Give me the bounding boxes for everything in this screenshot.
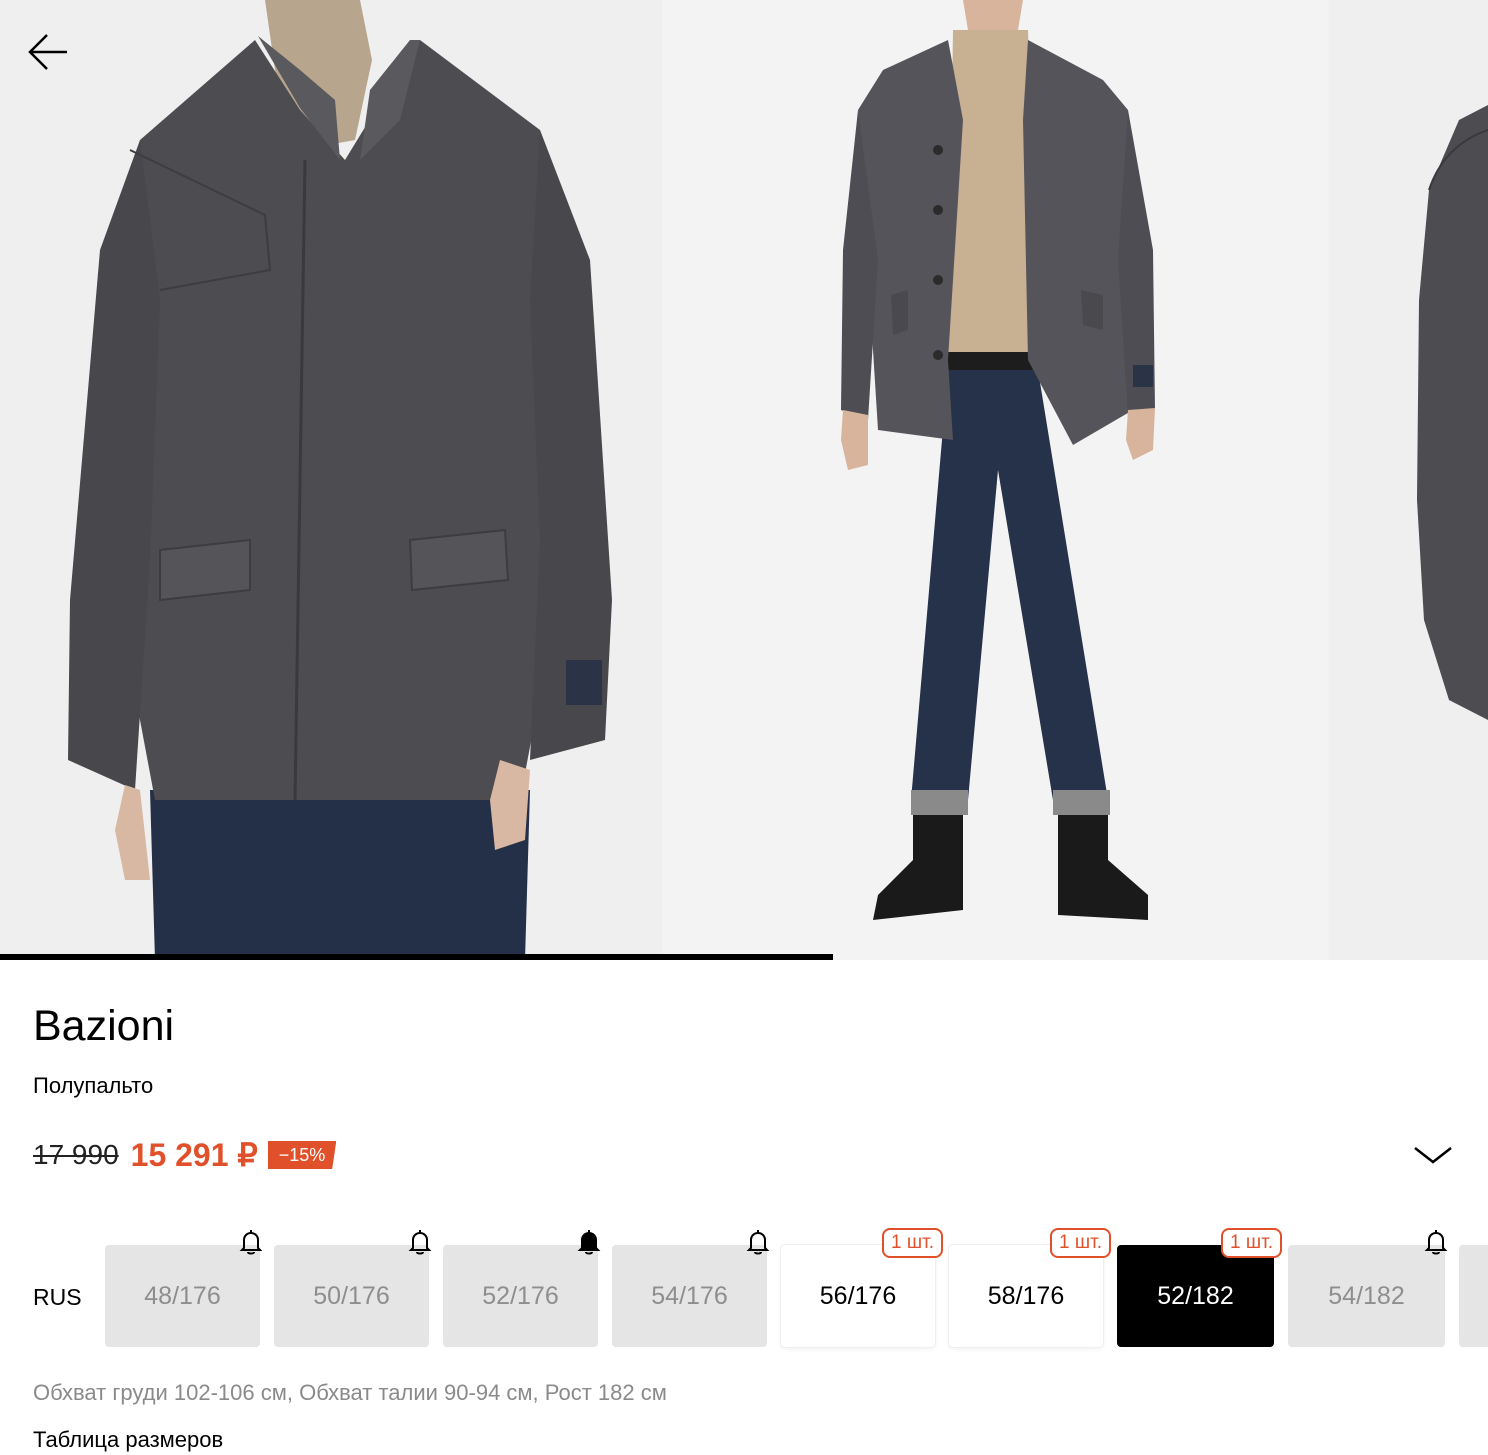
size-label: 50/176 [313, 1281, 390, 1310]
stock-badge: 1 шт. [882, 1228, 943, 1258]
chevron-down-icon [1414, 1147, 1452, 1164]
bell-filled-icon[interactable] [574, 1227, 604, 1257]
product-gallery[interactable] [0, 0, 1488, 960]
size-option[interactable]: 58/176 1 шт. [949, 1228, 1111, 1347]
expand-details-button[interactable] [1410, 1140, 1456, 1172]
size-option[interactable]: 54/176 [612, 1230, 770, 1347]
bell-icon[interactable] [405, 1227, 435, 1257]
size-measurements: Обхват груди 102-106 см, Обхват талии 90… [33, 1380, 667, 1405]
size-option[interactable]: 56/176 1 шт. [781, 1228, 943, 1347]
product-photo-full-body[interactable] [663, 0, 1328, 960]
product-photo-side[interactable] [1329, 0, 1488, 960]
size-option-selected[interactable]: 52/182 1 шт. [1117, 1228, 1282, 1347]
size-table-link[interactable]: Таблица размеров [33, 1425, 223, 1455]
size-label: 48/176 [144, 1281, 221, 1310]
old-price: 17 990 [33, 1139, 119, 1170]
product-name: Полупальто [33, 1073, 154, 1098]
stock-badge: 1 шт. [1221, 1228, 1282, 1258]
stock-badge: 1 шт. [1050, 1228, 1111, 1258]
size-option[interactable]: 50/176 [274, 1230, 432, 1347]
size-label: 56/176 [819, 1281, 897, 1310]
discount-badge: −15% [267, 1141, 337, 1169]
size-label: 52/176 [482, 1281, 559, 1310]
size-system-label[interactable]: RUS [33, 1282, 82, 1312]
size-label: 58/176 [987, 1281, 1065, 1310]
bell-icon[interactable] [236, 1227, 266, 1257]
size-option[interactable]: 48/176 [105, 1230, 263, 1347]
product-photo-front-closeup[interactable] [0, 0, 662, 960]
arrow-left-icon [28, 34, 67, 70]
new-price: 15 291 ₽ [130, 1137, 258, 1173]
size-label: 54/176 [651, 1281, 728, 1310]
size-label: 52/182 [1157, 1281, 1234, 1310]
size-option[interactable]: 54/182 [1288, 1230, 1448, 1347]
back-button[interactable] [20, 24, 76, 80]
bell-icon[interactable] [1421, 1227, 1451, 1257]
size-label: 54/182 [1328, 1281, 1405, 1310]
size-option-partial[interactable] [1459, 1245, 1488, 1347]
size-option[interactable]: 52/176 [443, 1230, 601, 1347]
gallery-progress-bar [0, 954, 1488, 960]
gallery-progress-fill [0, 954, 834, 960]
price-row: 17 990 15 291 ₽ −15% [33, 1133, 337, 1177]
brand-name[interactable]: Bazioni [33, 1000, 174, 1052]
bell-icon[interactable] [743, 1227, 773, 1257]
